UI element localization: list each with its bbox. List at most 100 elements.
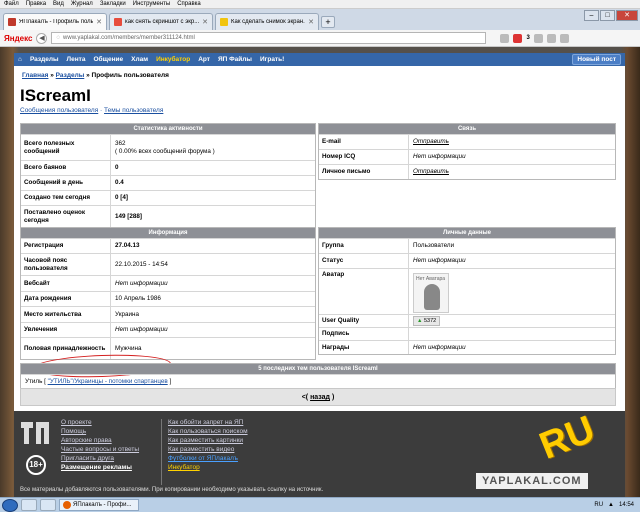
url-text: www.yaplakal.com/members/member311124.ht… [63,35,195,41]
brand-site: YAPLAKAL.COM [476,473,588,489]
personal-row: Подпись [319,327,615,340]
personal-row: Награды Нет информации [319,340,615,354]
breadcrumb-home[interactable]: Главная [22,72,48,79]
address-brand: Яндекс [4,33,33,43]
start-button[interactable] [2,498,18,512]
language-indicator[interactable]: RU [594,502,603,508]
maximize-button[interactable]: □ [600,10,615,21]
nav-junk[interactable]: Хлам [131,56,148,63]
personal-header: Личные данные [319,228,615,238]
stats-value: 362 ( 0.00% всех сообщений форума ) [111,138,219,158]
menu-view[interactable]: Вид [53,1,64,7]
yandex-icon[interactable] [513,33,523,43]
download-icon[interactable] [533,33,543,43]
footer-tshirts-link[interactable]: Футболки от ЯПлакалъ [168,455,248,462]
close-tab-icon[interactable]: ✕ [96,18,102,26]
taskbar-app-firefox[interactable]: ЯПлакалъ - Профи... [59,499,139,511]
personal-key: Статус [319,254,409,268]
menu-bar: Файл Правка Вид Журнал Закладки Инструме… [0,0,640,9]
stats-key: Создано тем сегодня [21,191,111,205]
stats-value: 149 [288] [115,212,142,220]
info-key: Вебсайт [21,276,111,291]
nav-art[interactable]: Арт [198,56,210,63]
info-key: Место жительства [21,307,111,322]
footer-images-link[interactable]: Как разместить картинки [168,437,248,444]
user-quality-value: 5372 [423,318,437,324]
personal-row: Аватар Нет Аватара [319,268,615,314]
contact-key: Личное письмо [319,165,409,179]
footer-divider [161,419,162,485]
explorer-icon[interactable] [21,499,37,511]
page-title: IScreamI [20,86,91,105]
footer-faq-link[interactable]: Частые вопросы и ответы [61,446,139,453]
footer-bypass-link[interactable]: Как обойти запрет на ЯП [168,419,248,426]
network-icon[interactable]: ▲ [608,502,614,508]
contact-panel: Связь E-mail Отправить Номер ICQ Нет инф… [318,123,616,180]
nav-files[interactable]: ЯП Файлы [218,56,252,63]
home-icon[interactable] [546,33,556,43]
tab-label: Как сделать снимок экран... [231,19,306,25]
close-window-button[interactable]: ✕ [616,10,638,21]
footer-invite-link[interactable]: Пригласить друга [61,455,139,462]
contact-header: Связь [319,124,615,134]
new-post-button[interactable]: Новый пост [572,54,621,65]
theme-link[interactable]: "УТИЛЬ"/Украинцы - потомки спартанцев [48,378,168,385]
minimize-button[interactable]: – [584,10,599,21]
new-tab-button[interactable]: + [321,16,335,28]
nav-chat[interactable]: Общение [93,56,123,63]
back-button[interactable]: ◀ [36,32,48,44]
footer-incubator-link[interactable]: Инкубатор [168,464,248,471]
info-value: Мужчина [115,344,142,352]
contact-row: Номер ICQ Нет информации [319,149,615,164]
tab-yaplakal[interactable]: ЯПлакалъ - Профиль польз... ✕ [3,13,107,30]
footer-about-link[interactable]: О проекте [61,419,139,426]
contact-key: Номер ICQ [319,150,409,164]
footer-help-link[interactable]: Помощь [61,428,139,435]
personal-key: Подпись [319,328,409,340]
system-tray: RU ▲ 14:54 [594,502,640,508]
close-tab-icon[interactable]: ✕ [308,18,314,26]
menu-history[interactable]: Журнал [71,1,93,7]
nav-feed[interactable]: Лента [67,56,86,63]
send-email-link[interactable]: Отправить [409,136,453,148]
footer-links-2: Как обойти запрет на ЯП Как пользоваться… [168,419,248,471]
footer-ads-link[interactable]: Размещение рекламы [61,464,139,471]
home-icon[interactable]: ⌂ [18,56,22,63]
site-brand-logo: RU YAPLAKAL.COM [476,408,616,493]
stats-key: Всего баянов [21,161,111,175]
menu-tools[interactable]: Инструменты [133,1,170,7]
close-tab-icon[interactable]: ✕ [202,18,208,26]
menu-help[interactable]: Справка [177,1,201,7]
star-icon[interactable] [500,33,510,43]
menu-bookmarks[interactable]: Закладки [100,1,126,7]
footer-video-link[interactable]: Как разместить видео [168,446,248,453]
back-link[interactable]: назад [310,394,330,401]
user-themes-link[interactable]: Темы пользователя [104,107,163,114]
footer-copyright-link[interactable]: Авторские права [61,437,139,444]
footer-search-link[interactable]: Как пользоваться поиском [168,428,248,435]
nav-incubator[interactable]: Инкубатор [156,56,190,63]
theme-prefix: Утиль [ [25,378,46,385]
send-message-link[interactable]: Отправить [409,166,453,178]
menu-edit[interactable]: Правка [26,1,46,7]
nav-play[interactable]: Играть! [260,56,284,63]
clock[interactable]: 14:54 [619,502,634,508]
folder-icon[interactable] [40,499,56,511]
site-nav: ⌂ Разделы Лента Общение Хлам Инкубатор А… [14,53,625,66]
address-bar[interactable]: ◌ www.yaplakal.com/members/member311124.… [51,32,487,44]
stats-panel: Статистика активности Всего полезных соо… [20,123,316,228]
info-value: 22.10.2015 - 14:54 [115,260,168,268]
info-panel: Информация Регистрация 27.04.13 Часовой … [20,227,316,360]
nav-sections[interactable]: Разделы [30,56,59,63]
breadcrumb-sections[interactable]: Разделы [56,72,85,79]
menu-file[interactable]: Файл [4,1,19,7]
tab-snapshot-howto[interactable]: Как сделать снимок экран... ✕ [215,13,319,30]
personal-value: Пользователи [413,242,455,249]
last-themes-header: 5 последних тем пользователя IScreamI [21,364,615,374]
info-row: Место жительства Украина [21,306,315,322]
menu-icon[interactable] [559,33,569,43]
user-posts-link[interactable]: Сообщения пользователя [20,107,98,114]
info-key: Регистрация [21,239,111,253]
stats-value: 0 [4] [115,194,128,201]
tab-screenshot-howto[interactable]: как снять скриншот с экр... ✕ [109,13,213,30]
